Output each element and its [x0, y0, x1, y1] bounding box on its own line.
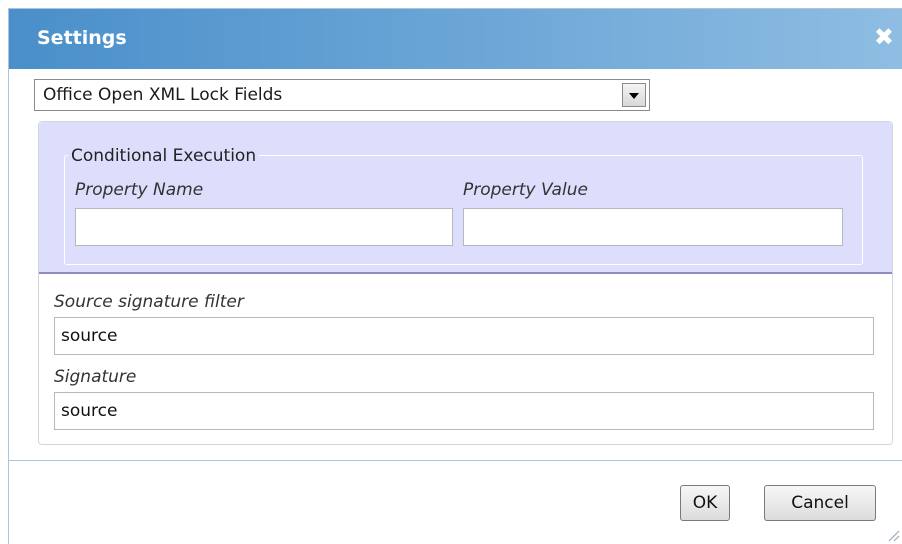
- conditional-execution-area: Conditional Execution Property Name Prop…: [39, 122, 892, 274]
- property-name-label: Property Name: [75, 180, 204, 200]
- signature-label: Signature: [54, 367, 137, 387]
- source-signature-filter-input[interactable]: [54, 317, 874, 355]
- cancel-button[interactable]: Cancel: [764, 485, 876, 521]
- property-value-input[interactable]: [463, 208, 843, 246]
- conditional-execution-legend: Conditional Execution: [68, 146, 260, 166]
- footer-divider: [9, 460, 902, 461]
- property-value-label: Property Value: [463, 180, 588, 200]
- property-name-input[interactable]: [75, 208, 453, 246]
- type-select[interactable]: Office Open XML Lock Fields: [34, 79, 650, 111]
- chevron-down-icon[interactable]: [622, 83, 646, 107]
- signature-input[interactable]: [54, 392, 874, 430]
- dialog-title: Settings: [37, 27, 127, 49]
- dialog-titlebar[interactable]: Settings ✖: [9, 9, 902, 69]
- ok-button[interactable]: OK: [680, 485, 730, 521]
- source-signature-filter-label: Source signature filter: [54, 292, 244, 312]
- settings-panel: Conditional Execution Property Name Prop…: [38, 121, 893, 445]
- resize-grip-icon[interactable]: [886, 528, 900, 542]
- settings-dialog: Settings ✖ Office Open XML Lock Fields C…: [8, 8, 902, 544]
- close-icon[interactable]: ✖: [874, 25, 894, 49]
- type-select-value: Office Open XML Lock Fields: [43, 85, 283, 105]
